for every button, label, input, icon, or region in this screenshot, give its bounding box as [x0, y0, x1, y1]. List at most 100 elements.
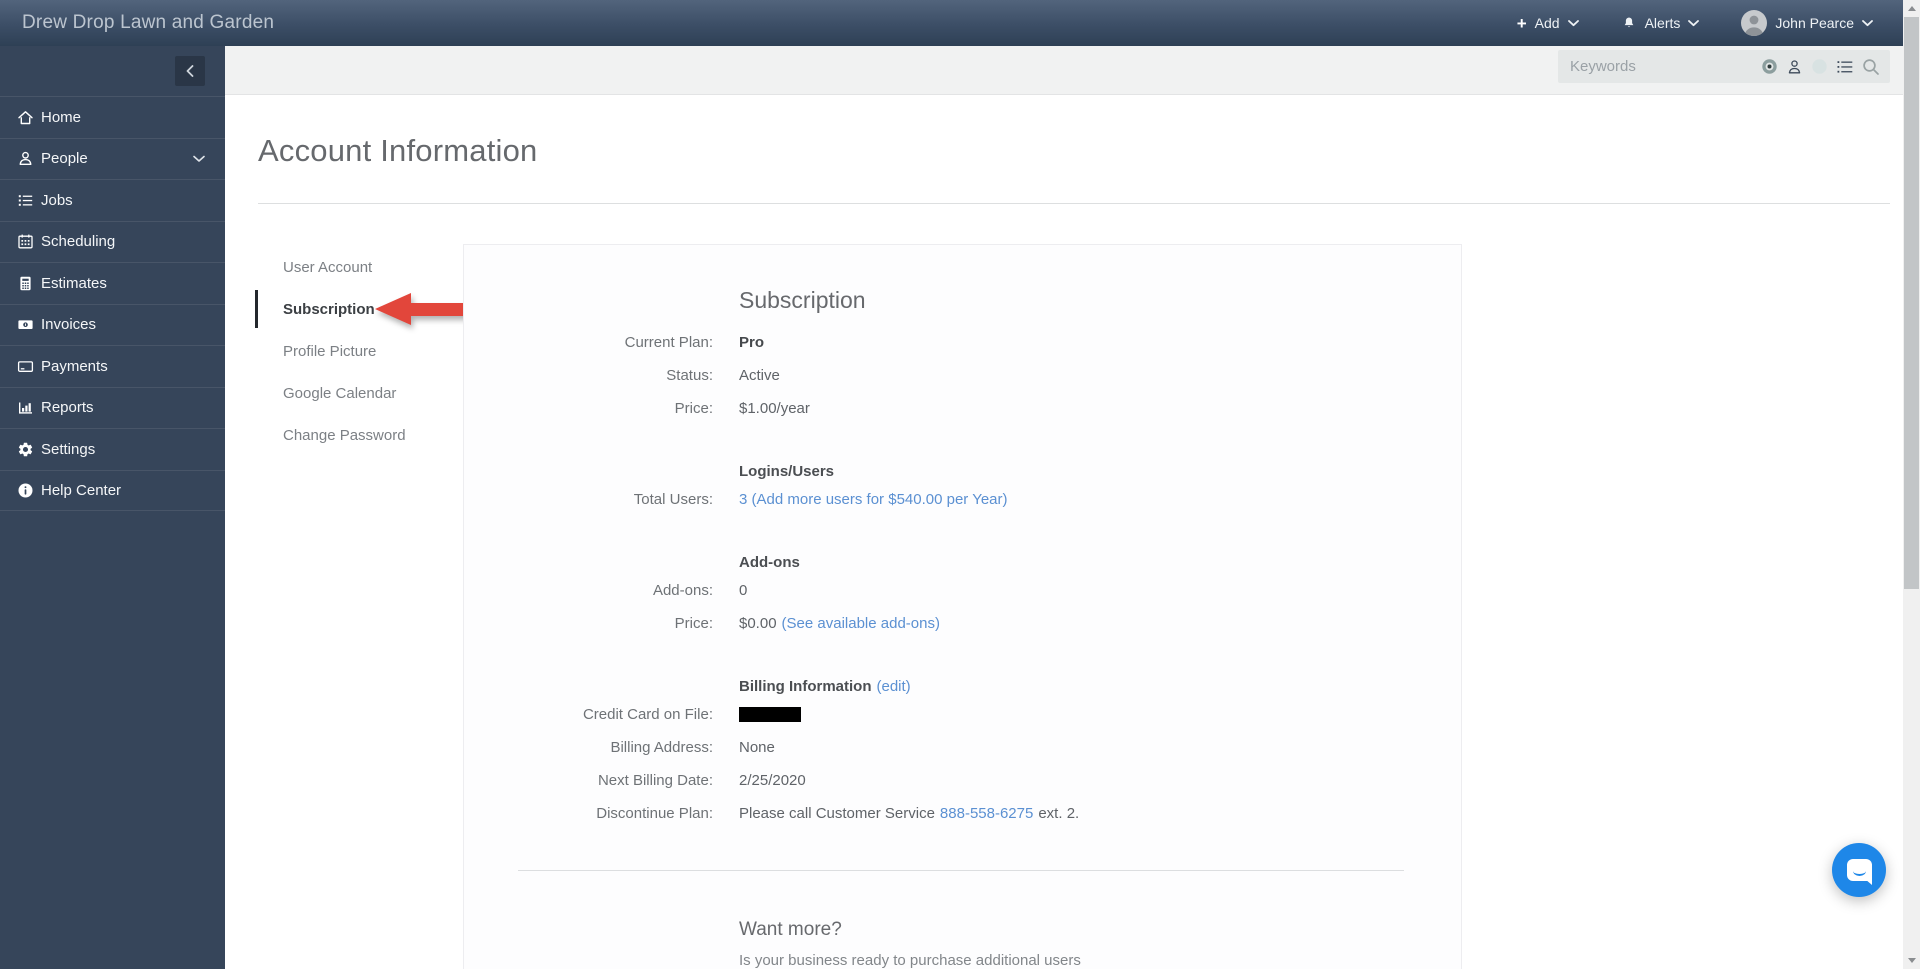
billing-edit-link[interactable]: (edit) [877, 678, 911, 695]
customer-service-phone-link[interactable]: 888-558-6275 [940, 805, 1033, 822]
sidebar-item-settings[interactable]: Settings [0, 428, 225, 470]
alerts-menu-label: Alerts [1644, 15, 1681, 31]
logins-users-heading-row: Logins/Users [464, 459, 1461, 483]
title-divider [258, 203, 1890, 204]
sidebar-collapse-button[interactable] [175, 56, 205, 86]
next-billing-date-row: Next Billing Date: 2/25/2020 [464, 764, 1461, 797]
page-title: Account Information [258, 133, 538, 168]
jobs-icon [17, 192, 34, 209]
sidebar-item-invoices[interactable]: Invoices [0, 303, 225, 346]
want-more-heading: Want more? [739, 919, 842, 940]
add-more-users-link[interactable]: 3 (Add more users for $540.00 per Year) [739, 491, 1008, 508]
person-icon[interactable] [1787, 59, 1802, 75]
discontinue-plan-text: Please call Customer Service [739, 805, 935, 822]
billing-heading-row: Billing Information (edit) [464, 674, 1461, 698]
discontinue-plan-row: Discontinue Plan: Please call Customer S… [464, 797, 1461, 830]
plus-icon: + [1516, 13, 1527, 33]
subnav-item-subscription[interactable]: Subscription [255, 288, 453, 330]
top-header-bar: Drew Drop Lawn and Garden + Add Alerts J… [0, 0, 1903, 46]
chevron-left-icon [186, 65, 194, 77]
subnav-item-google-calendar[interactable]: Google Calendar [283, 372, 453, 414]
billing-address-value: None [739, 739, 775, 756]
sidebar-item-reports[interactable]: Reports [0, 386, 225, 429]
search-bar[interactable] [1558, 50, 1890, 83]
sidebar-item-label: Home [41, 108, 82, 126]
status-label: Status: [666, 367, 713, 384]
subnav-item-user-account[interactable]: User Account [283, 246, 453, 288]
sidebar-item-label: Scheduling [41, 233, 116, 251]
home-icon [17, 109, 34, 126]
chat-bubble-icon [1846, 859, 1872, 885]
credit-card-label: Credit Card on File: [582, 706, 713, 723]
sidebar-item-estimates[interactable]: Estimates [0, 262, 225, 304]
addons-heading-row: Add-ons [464, 550, 1461, 574]
sidebar-item-home[interactable]: Home [0, 96, 225, 138]
scrollbar[interactable] [1903, 0, 1920, 969]
add-menu[interactable]: + Add [1517, 15, 1579, 32]
credit-card-redacted-value [739, 707, 801, 722]
status-value: Active [739, 367, 780, 384]
next-billing-date-value: 2/25/2020 [739, 772, 806, 789]
chat-launcher-button[interactable] [1832, 843, 1886, 897]
search-icon[interactable] [1862, 58, 1880, 76]
chevron-down-icon [1688, 19, 1700, 27]
scrollbar-thumb[interactable] [1904, 17, 1919, 589]
sidebar-item-scheduling[interactable]: Scheduling [0, 220, 225, 263]
sidebar-item-label: Jobs [41, 191, 73, 209]
total-users-label: Total Users: [633, 491, 713, 508]
subnav-item-profile-picture[interactable]: Profile Picture [283, 330, 453, 372]
sidebar: Home People Jobs Scheduling Estimates In… [0, 46, 225, 969]
price-row: Price: $1.00/year [464, 392, 1461, 425]
want-more-section: Want more? Is your business ready to pur… [739, 919, 1461, 969]
addons-price-label: Price: [674, 615, 713, 632]
app-title: Drew Drop Lawn and Garden [22, 12, 275, 33]
alerts-menu[interactable]: Alerts [1621, 15, 1700, 32]
search-input[interactable] [1570, 58, 1761, 75]
scrollbar-down-arrow[interactable] [1903, 952, 1920, 969]
target-icon[interactable] [1761, 58, 1778, 75]
addons-heading: Add-ons [739, 553, 800, 571]
bell-icon [1621, 15, 1637, 32]
want-more-text: Is your business ready to purchase addit… [739, 952, 1081, 969]
user-name: John Pearce [1775, 15, 1854, 31]
sidebar-item-label: Payments [41, 357, 108, 375]
scrollbar-up-arrow[interactable] [1903, 0, 1920, 17]
invoices-icon [17, 316, 34, 333]
current-plan-value: Pro [739, 334, 765, 351]
circle-icon[interactable] [1811, 58, 1828, 75]
list-icon[interactable] [1837, 60, 1853, 74]
sidebar-menu: Home People Jobs Scheduling Estimates In… [0, 96, 225, 511]
chevron-down-icon [193, 155, 205, 163]
account-subnav: User Account Subscription Profile Pictur… [255, 246, 453, 456]
people-icon [17, 150, 34, 167]
billing-information-heading: Billing Information [739, 677, 872, 695]
total-users-row: Total Users: 3 (Add more users for $540.… [464, 483, 1461, 516]
settings-icon [17, 441, 34, 458]
credit-card-row: Credit Card on File: [464, 698, 1461, 731]
sidebar-item-jobs[interactable]: Jobs [0, 179, 225, 221]
current-plan-label: Current Plan: [624, 334, 713, 351]
chevron-down-icon [1862, 19, 1873, 27]
billing-address-row: Billing Address: None [464, 731, 1461, 764]
addons-price-row: Price: $0.00 (See available add-ons) [464, 607, 1461, 640]
card-divider [518, 870, 1404, 871]
estimates-icon [17, 275, 34, 292]
addons-label: Add-ons: [652, 582, 713, 599]
discontinue-plan-suffix: ext. 2. [1038, 805, 1080, 822]
sidebar-item-help-center[interactable]: Help Center [0, 469, 225, 511]
subnav-item-change-password[interactable]: Change Password [283, 414, 453, 456]
sidebar-item-label: Invoices [41, 316, 97, 334]
add-menu-label: Add [1534, 15, 1560, 31]
sidebar-item-people[interactable]: People [0, 137, 225, 180]
payments-icon [17, 358, 34, 375]
billing-address-label: Billing Address: [610, 739, 713, 756]
see-available-addons-link[interactable]: (See available add-ons) [782, 615, 940, 632]
help-icon [17, 482, 34, 499]
sidebar-item-label: Settings [41, 440, 96, 458]
main-content: Account Information User Account Subscri… [225, 95, 1903, 969]
sidebar-item-payments[interactable]: Payments [0, 345, 225, 387]
sidebar-item-label: People [41, 150, 88, 168]
logins-users-heading: Logins/Users [739, 462, 835, 480]
user-menu[interactable]: John Pearce [1741, 10, 1873, 36]
discontinue-plan-label: Discontinue Plan: [596, 805, 713, 822]
